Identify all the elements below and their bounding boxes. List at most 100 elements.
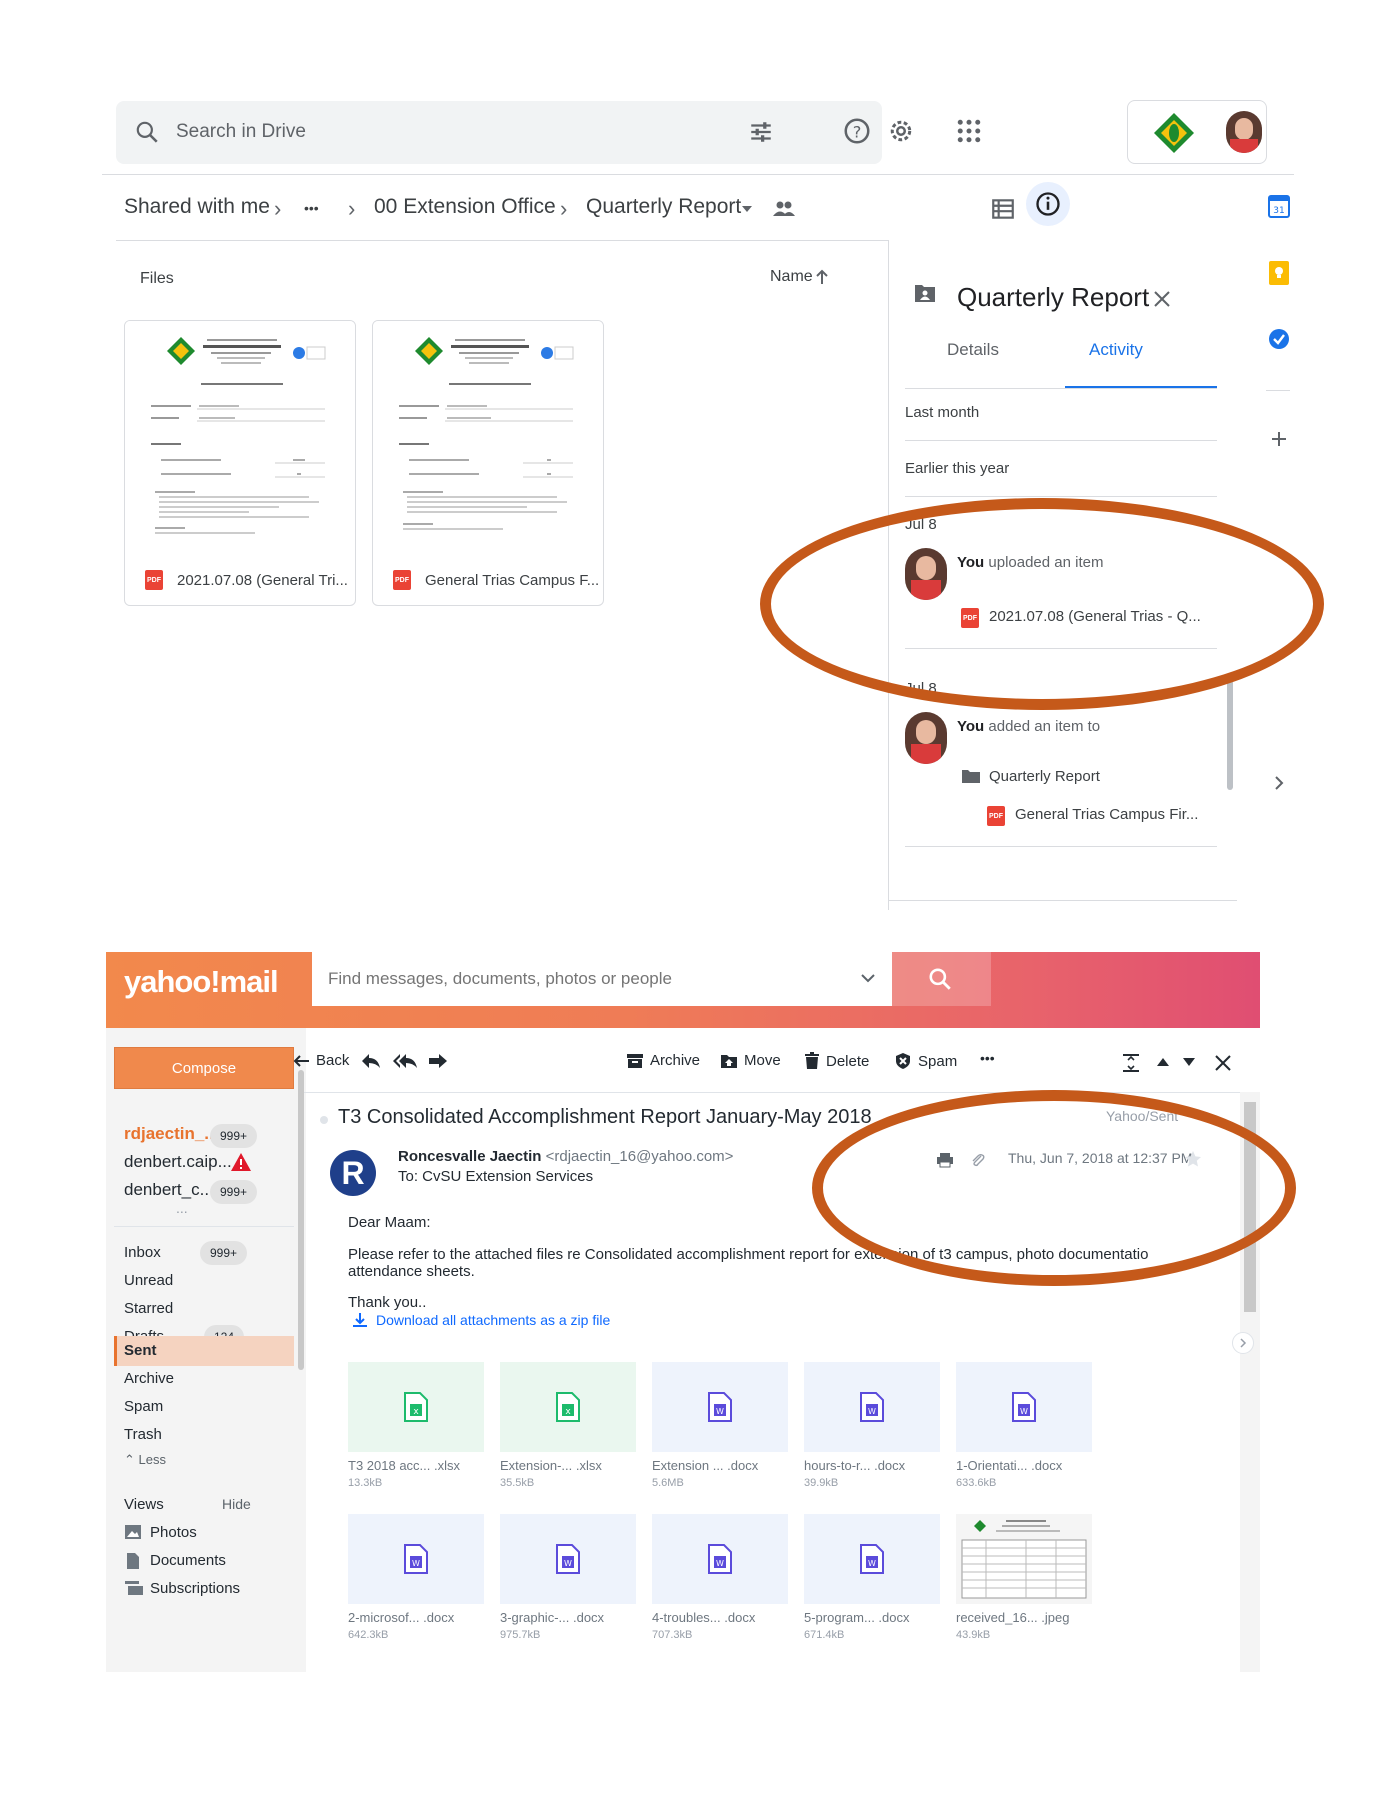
sort-by-name[interactable]: Name <box>770 268 813 286</box>
shield-icon <box>896 1053 910 1069</box>
folder-archive[interactable]: Archive <box>124 1370 174 1387</box>
add-addon-plus-icon[interactable] <box>1270 430 1288 448</box>
download-all-attachments-link[interactable]: Download all attachments as a zip file <box>352 1312 610 1328</box>
attachment-item[interactable]: W 4-troubles... .docx 707.3kB <box>652 1514 788 1641</box>
chevron-right-icon: › <box>274 196 282 221</box>
view-subscriptions[interactable]: Subscriptions <box>150 1580 240 1597</box>
folder-spam[interactable]: Spam <box>124 1398 163 1415</box>
attachment-item[interactable]: W 2-microsof... .docx 642.3kB <box>348 1514 484 1641</box>
activity-folder-link[interactable]: Quarterly Report <box>989 768 1100 785</box>
file-card[interactable]: PDF General Trias Campus F... <box>372 320 604 606</box>
dropdown-caret-icon[interactable] <box>740 204 754 214</box>
reply-all-icon[interactable] <box>392 1052 418 1070</box>
more-accounts-toggle[interactable]: ... <box>176 1200 188 1216</box>
folder-inbox[interactable]: Inbox <box>124 1244 161 1261</box>
spam-label: Spam <box>918 1052 958 1070</box>
attachment-item[interactable]: x Extension-... .xlsx 35.5kB <box>500 1362 636 1489</box>
tab-details[interactable]: Details <box>947 340 999 360</box>
image-preview-icon <box>961 1520 1087 1599</box>
drive-search-input[interactable]: Search in Drive <box>176 121 306 143</box>
reply-icon[interactable] <box>360 1052 382 1070</box>
archive-button[interactable]: Archive <box>626 1052 700 1069</box>
list-view-icon[interactable] <box>990 196 1016 222</box>
calendar-icon[interactable]: 31 <box>1268 194 1290 218</box>
divider <box>889 900 1237 901</box>
section-earlier-this-year: Earlier this year <box>905 460 1010 477</box>
svg-text:x: x <box>413 1407 419 1417</box>
attachment-item[interactable]: received_16... .jpeg 43.9kB <box>956 1514 1092 1641</box>
file-name: 2021.07.08 (General Tri... <box>177 571 348 589</box>
attachment-thumbnail: W <box>804 1514 940 1604</box>
folder-trash[interactable]: Trash <box>124 1426 162 1443</box>
expand-side-panel-button[interactable] <box>1232 1332 1254 1354</box>
account-switcher[interactable] <box>1127 100 1267 164</box>
attachment-item[interactable]: W 1-Orientati... .docx 633.6kB <box>956 1362 1092 1489</box>
breadcrumb-extension-office[interactable]: 00 Extension Office <box>374 195 556 219</box>
help-icon[interactable]: ? <box>842 116 872 146</box>
attachment-item[interactable]: x T3 2018 acc... .xlsx 13.3kB <box>348 1362 484 1489</box>
close-icon[interactable] <box>1214 1054 1232 1072</box>
search-options-icon[interactable] <box>748 119 774 145</box>
activity-file-link[interactable]: General Trias Campus Fir... <box>1015 806 1198 823</box>
next-message-icon[interactable] <box>1182 1056 1196 1068</box>
folder-sent[interactable]: Sent <box>124 1342 157 1359</box>
attachment-name: T3 2018 acc... .xlsx <box>348 1458 460 1473</box>
view-details-button[interactable] <box>1026 182 1070 226</box>
recipient: To: CvSU Extension Services <box>398 1168 594 1185</box>
archive-label: Archive <box>650 1052 701 1069</box>
keep-notes-icon[interactable] <box>1268 260 1290 286</box>
document-preview-icon <box>151 337 326 534</box>
yahoo-mail-logo[interactable]: yahoo!mail <box>124 964 279 1000</box>
close-icon[interactable] <box>1151 288 1173 310</box>
file-name: General Trias Campus F... <box>425 571 600 589</box>
settings-gear-icon[interactable] <box>886 116 916 146</box>
attachment-item[interactable]: W Extension ... .docx 5.6MB <box>652 1362 788 1489</box>
shared-folder-icon <box>915 285 935 302</box>
sidebar-scroll-thumb[interactable] <box>298 1070 304 1370</box>
more-actions-button[interactable]: ••• <box>980 1050 995 1066</box>
folder-unread[interactable]: Unread <box>124 1272 173 1289</box>
yahoo-search-input[interactable]: Find messages, documents, photos or peop… <box>328 969 672 989</box>
spam-button[interactable]: Spam <box>894 1052 957 1070</box>
folder-starred[interactable]: Starred <box>124 1300 173 1317</box>
previous-message-icon[interactable] <box>1156 1056 1170 1068</box>
chevron-down-icon[interactable] <box>860 972 876 984</box>
apps-grid-icon[interactable] <box>954 116 984 146</box>
panel-scrollbar[interactable] <box>1227 680 1233 790</box>
attachment-item[interactable]: W 5-program... .docx 671.4kB <box>804 1514 940 1641</box>
file-card[interactable]: PDF 2021.07.08 (General Tri... <box>124 320 356 606</box>
attachment-name: Extension-... .xlsx <box>500 1458 602 1473</box>
breadcrumb-shared-with-me[interactable]: Shared with me <box>124 195 270 219</box>
sender[interactable]: Roncesvalle Jaectin <rdjaectin_16@yahoo.… <box>398 1148 733 1165</box>
highlight-oval <box>760 498 1324 710</box>
user-avatar[interactable] <box>1226 111 1262 153</box>
tasks-icon[interactable] <box>1268 328 1290 350</box>
tab-activity[interactable]: Activity <box>1089 340 1143 360</box>
chevron-right-icon[interactable] <box>1272 774 1286 792</box>
word-file-icon: W <box>860 1392 884 1422</box>
breadcrumb-current-folder[interactable]: Quarterly Report <box>586 195 741 219</box>
account-rdjaectin[interactable]: rdjaectin_... <box>124 1124 218 1144</box>
less-toggle[interactable]: ⌃ Less <box>124 1452 166 1468</box>
forward-icon[interactable] <box>428 1052 448 1070</box>
sort-arrow-up-icon[interactable] <box>814 268 830 286</box>
search-icon <box>136 121 158 143</box>
word-file-icon: W <box>556 1544 580 1574</box>
search-button[interactable] <box>891 952 991 1006</box>
view-documents[interactable]: Documents <box>150 1552 226 1569</box>
attachment-item[interactable]: W 3-graphic-... .docx 975.7kB <box>500 1514 636 1641</box>
expand-view-icon[interactable] <box>1122 1054 1140 1072</box>
back-button[interactable]: Back <box>292 1052 349 1069</box>
view-photos[interactable]: Photos <box>150 1524 197 1541</box>
hide-views-link[interactable]: Hide <box>222 1496 251 1512</box>
account-denbert-c[interactable]: denbert_c... <box>124 1180 214 1200</box>
move-button[interactable]: Move <box>720 1052 781 1069</box>
yahoo-search-bar[interactable]: Find messages, documents, photos or peop… <box>312 952 892 1006</box>
attachment-name: Extension ... .docx <box>652 1458 759 1473</box>
account-denbert-caip[interactable]: denbert.caip... <box>124 1152 232 1172</box>
drive-search-bar[interactable]: Search in Drive <box>116 101 882 164</box>
breadcrumb-ellipsis[interactable]: ••• <box>304 200 319 216</box>
compose-button[interactable]: Compose <box>114 1047 294 1089</box>
attachment-item[interactable]: W hours-to-r... .docx 39.9kB <box>804 1362 940 1489</box>
delete-button[interactable]: Delete <box>804 1052 869 1070</box>
